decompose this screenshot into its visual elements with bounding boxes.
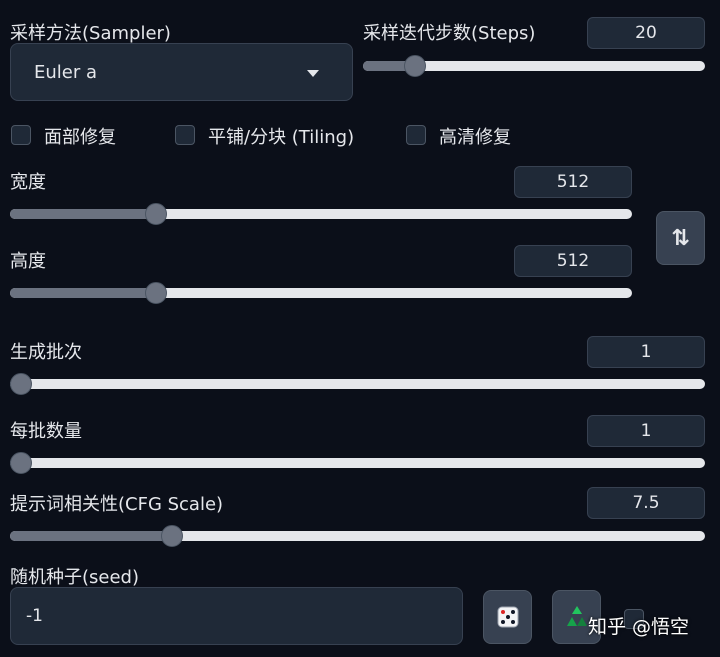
steps-label: 采样迭代步数(Steps) <box>363 23 536 44</box>
tiling-label: 平铺/分块 (Tiling) <box>208 127 355 148</box>
batch-size-slider[interactable] <box>10 452 705 474</box>
height-slider-fill <box>10 288 157 298</box>
seed-label: 随机种子(seed) <box>10 567 139 588</box>
height-slider-thumb[interactable] <box>145 282 168 304</box>
batch-count-input[interactable]: 1 <box>587 336 705 368</box>
batch-size-input[interactable]: 1 <box>587 415 705 447</box>
chevron-down-icon <box>307 70 319 77</box>
height-label: 高度 <box>10 251 46 272</box>
face-restore-checkbox[interactable] <box>11 125 31 145</box>
watermark-text: 知乎 @悟空 <box>588 616 690 638</box>
sampler-label: 采样方法(Sampler) <box>10 23 171 44</box>
width-input[interactable]: 512 <box>514 166 632 198</box>
steps-slider[interactable] <box>363 55 705 77</box>
sampler-value: Euler a <box>34 62 98 83</box>
seed-input[interactable]: -1 <box>10 587 463 645</box>
recycle-icon <box>566 606 587 626</box>
width-slider[interactable] <box>10 203 632 225</box>
height-input[interactable]: 512 <box>514 245 632 277</box>
batch-count-label: 生成批次 <box>10 342 82 363</box>
steps-slider-thumb[interactable] <box>403 55 426 77</box>
batch-size-label: 每批数量 <box>10 421 82 442</box>
face-restore-label: 面部修复 <box>44 127 116 148</box>
cfg-slider-fill <box>10 531 172 541</box>
width-slider-thumb[interactable] <box>145 203 168 225</box>
swap-icon: ⇅ <box>671 225 690 251</box>
batch-count-slider-thumb[interactable] <box>10 373 32 395</box>
batch-size-slider-thumb[interactable] <box>10 452 32 474</box>
width-label: 宽度 <box>10 172 46 193</box>
random-seed-button[interactable] <box>483 590 532 644</box>
dice-icon <box>497 606 518 628</box>
width-slider-fill <box>10 209 157 219</box>
seed-value: -1 <box>26 606 43 626</box>
cfg-slider-thumb[interactable] <box>160 525 183 547</box>
cfg-slider[interactable] <box>10 525 705 547</box>
swap-dimensions-button[interactable]: ⇅ <box>656 211 705 265</box>
sampler-dropdown[interactable]: Euler a <box>10 43 353 101</box>
tiling-checkbox[interactable] <box>175 125 195 145</box>
steps-input[interactable]: 20 <box>587 17 705 49</box>
batch-count-slider[interactable] <box>10 373 705 395</box>
cfg-label: 提示词相关性(CFG Scale) <box>10 494 224 515</box>
cfg-input[interactable]: 7.5 <box>587 487 705 519</box>
hires-fix-label: 高清修复 <box>439 127 511 148</box>
hires-fix-checkbox[interactable] <box>406 125 426 145</box>
height-slider[interactable] <box>10 282 632 304</box>
